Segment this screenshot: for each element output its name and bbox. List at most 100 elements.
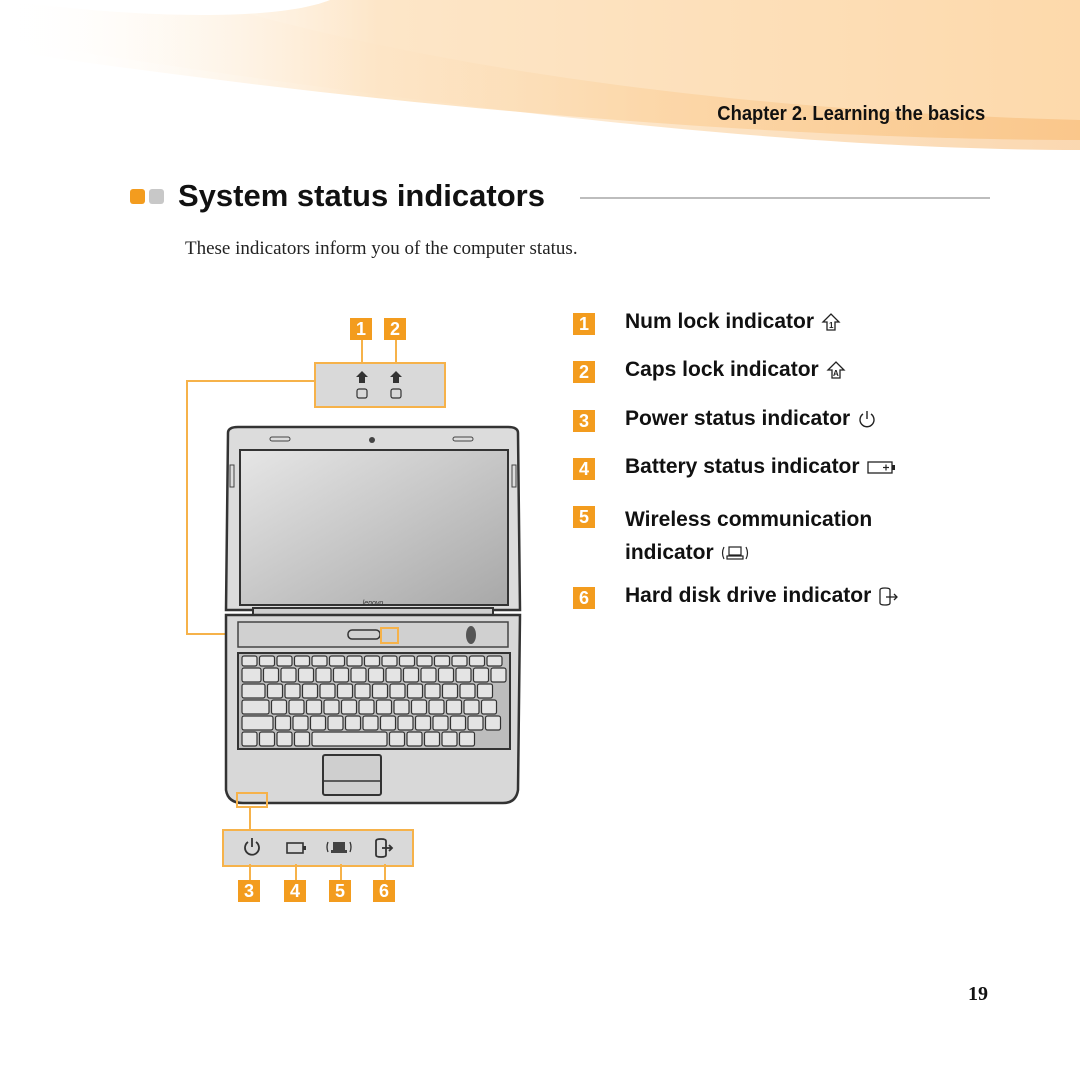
keyboard-key [449,715,467,731]
keyboard-key [354,683,371,699]
keyboard-key [410,699,428,715]
keyboard-key [423,731,441,747]
keyboard-key [336,683,354,699]
diagram-badge-5: 5 [329,880,351,902]
list-item-power: Power status indicator [625,407,878,431]
leader-line [295,864,297,880]
keyboard-key [441,731,458,747]
keyboard-key [467,715,484,731]
keyboard-key [463,699,480,715]
keyboard-key [379,715,397,731]
keyboard-key [262,667,280,683]
badge-3: 3 [573,410,595,432]
keyboard-key [276,731,293,747]
keyboard-key [293,655,311,667]
keyboard-key [406,683,424,699]
keyboard-key [276,655,293,667]
svg-text:1: 1 [829,321,834,330]
keyboard-key [241,667,262,683]
section-heading: System status indicators [130,178,545,214]
diagram-badge-3: 3 [238,880,260,902]
list-item-label: Power status indicator [625,407,851,430]
list-item-label: Num lock indicator [625,310,815,333]
num-lock-icon: 1 [821,313,841,331]
list-item-num-lock: Num lock indicator 1 [625,310,842,334]
keyboard-key [389,683,406,699]
diagram-badge-1: 1 [350,318,372,340]
top-indicator-callout [314,362,446,408]
keyboard-key [241,715,274,731]
keyboard-key [420,667,437,683]
keyboard-key [441,683,459,699]
leader-line [395,340,397,363]
orange-square-bullet [130,188,145,204]
keyboard-key [414,715,432,731]
keyboard-key [416,655,433,667]
power-icon [859,411,875,428]
header-swoosh-decoration [0,0,1080,150]
keyboard-key [484,715,502,731]
leader-line [340,864,342,880]
keyboard-key [241,699,270,715]
battery-icon [866,461,895,474]
diagram-badge-6: 6 [373,880,395,902]
keyboard-key [284,683,301,699]
keyboard-key [362,715,379,731]
hdd-icon [879,587,899,606]
svg-text:A: A [833,369,839,378]
keyboard-key [319,683,336,699]
num-caps-location-marker [380,627,399,644]
list-item-label: Hard disk drive indicator [625,584,872,607]
keyboard-key [305,699,323,715]
keyboard-key [358,699,375,715]
page-number: 19 [968,983,988,1005]
laptop-illustration: lenovo [224,425,522,805]
keyboard-key [363,655,381,667]
caps-lock-icon: A [826,361,846,379]
diagram-badge-4: 4 [284,880,306,902]
chapter-header: Chapter 2. Learning the basics [717,103,985,125]
keyboard-key [344,715,362,731]
list-item-label: Caps lock indicator [625,358,819,381]
keyboard-key [458,731,476,747]
keyboard-key [437,667,455,683]
badge-2: 2 [573,361,595,383]
badge-1: 1 [573,313,595,335]
keyboard-key [486,655,503,667]
keyboard-keys [241,655,507,747]
list-item-label-line2: indicator [625,541,714,564]
keyboard-key [241,655,258,667]
keyboard-key [476,683,494,699]
keyboard-key [241,731,258,747]
keyboard-key [451,655,468,667]
list-item-caps-lock: Caps lock indicator A [625,358,847,382]
keyboard-key [371,683,389,699]
keyboard-key [297,667,315,683]
keyboard-key [398,655,416,667]
keyboard-key [388,731,406,747]
leader-line [186,380,315,382]
title-rule [580,197,990,199]
keyboard-key [311,655,328,667]
keyboard-key [328,655,346,667]
list-item-battery: Battery status indicator [625,455,898,479]
keyboard-key [241,683,266,699]
list-item-hdd: Hard disk drive indicator [625,584,901,608]
bottom-indicator-callout [222,829,414,867]
badge-5: 5 [573,506,595,528]
intro-text: These indicators inform you of the compu… [185,238,578,259]
diagram-badge-2: 2 [384,318,406,340]
keyboard-key [424,683,441,699]
keyboard-key [323,699,340,715]
leader-line [361,340,363,363]
keyboard-key [406,731,423,747]
keyboard-key [381,655,398,667]
keyboard-key [258,731,276,747]
keyboard-key [280,667,297,683]
leader-line [249,806,251,830]
list-item-label: Battery status indicator [625,455,860,478]
keyboard-key [455,667,472,683]
keyboard-key [258,655,276,667]
keyboard-key [292,715,309,731]
keyboard-key [375,699,393,715]
